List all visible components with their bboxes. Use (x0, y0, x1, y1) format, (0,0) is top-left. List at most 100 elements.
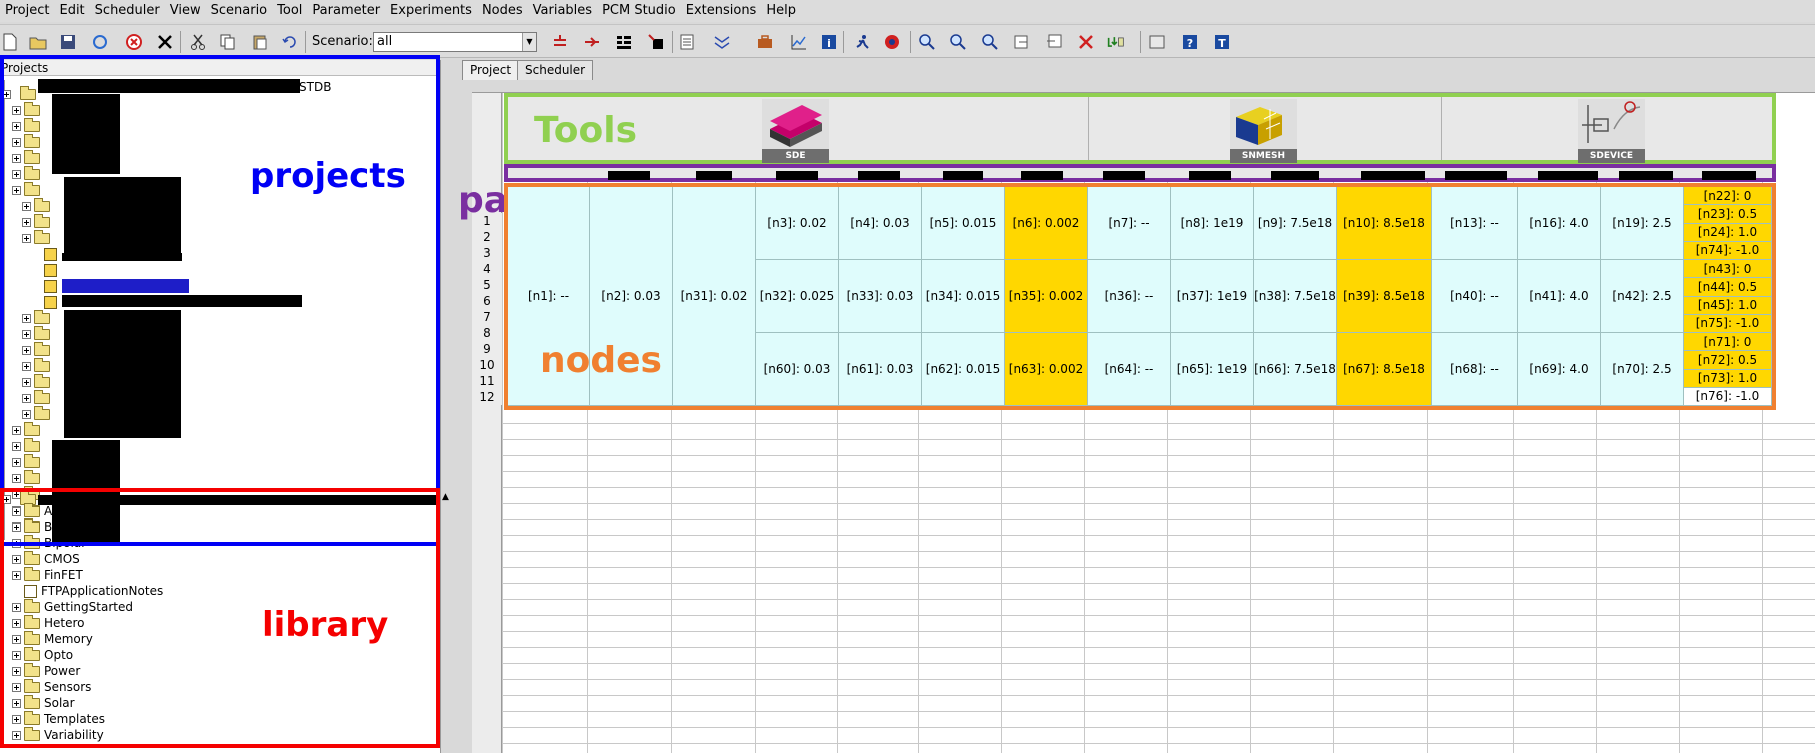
window-alt-icon[interactable] (1044, 32, 1064, 52)
node-cell[interactable]: [n38]: 7.5e18 (1254, 260, 1337, 333)
menu-scenario[interactable]: Scenario (208, 0, 275, 22)
menu-project[interactable]: Project (2, 0, 56, 22)
menu-edit[interactable]: Edit (56, 0, 91, 22)
node-cell[interactable]: [n70]: 2.5 (1601, 333, 1684, 406)
node-n31[interactable]: [n31]: 0.02 (673, 187, 756, 406)
node-cell[interactable]: [n6]: 0.002 (1005, 187, 1088, 260)
node-cell[interactable]: [n4]: 0.03 (839, 187, 922, 260)
menu-tool[interactable]: Tool (274, 0, 309, 22)
refresh-icon[interactable] (90, 32, 110, 52)
row-number[interactable]: 2 (472, 229, 502, 245)
stop-icon[interactable] (124, 32, 144, 52)
redacted-parameter-name[interactable] (1189, 171, 1231, 180)
tool-snmesh[interactable]: SNMESH (1230, 99, 1297, 163)
scenario-select[interactable]: all ▼ (373, 32, 537, 52)
plot-icon[interactable] (789, 32, 809, 52)
row-number[interactable]: 9 (472, 341, 502, 357)
node-cell[interactable]: [n40]: -- (1432, 260, 1518, 333)
redacted-parameter-name[interactable] (608, 171, 650, 180)
node-cell[interactable]: [n9]: 7.5e18 (1254, 187, 1337, 260)
arrow-table-icon[interactable] (646, 32, 666, 52)
menu-extensions[interactable]: Extensions (683, 0, 764, 22)
node-cell[interactable]: [n63]: 0.002 (1005, 333, 1088, 406)
redacted-parameter-name[interactable] (1619, 171, 1673, 180)
run-icon[interactable] (852, 32, 872, 52)
tab-project[interactable]: Project (462, 60, 520, 80)
row-number[interactable]: 5 (472, 277, 502, 293)
redacted-parameter-name[interactable] (1271, 171, 1319, 180)
node-cell[interactable]: [n45]: 1.0 (1684, 296, 1772, 315)
menu-view[interactable]: View (167, 0, 208, 22)
node-cell[interactable]: [n5]: 0.015 (922, 187, 1005, 260)
node-cell[interactable]: [n10]: 8.5e18 (1337, 187, 1432, 260)
node-cell[interactable]: [n65]: 1e19 (1171, 333, 1254, 406)
add-tool-icon[interactable] (550, 32, 570, 52)
redacted-parameter-name[interactable] (776, 171, 818, 180)
node-cell[interactable]: [n42]: 2.5 (1601, 260, 1684, 333)
row-number[interactable]: 12 (472, 389, 502, 405)
node-cell[interactable]: [n73]: 1.0 (1684, 369, 1772, 388)
info-icon[interactable]: i (819, 32, 839, 52)
node-cell[interactable]: [n62]: 0.015 (922, 333, 1005, 406)
filter-icon[interactable] (712, 32, 732, 52)
save-icon[interactable] (58, 32, 78, 52)
window-icon[interactable] (1012, 32, 1032, 52)
redacted-parameter-name[interactable] (1445, 171, 1507, 180)
node-cell[interactable]: [n75]: -1.0 (1684, 314, 1772, 333)
node-cell[interactable]: [n66]: 7.5e18 (1254, 333, 1337, 406)
row-number[interactable]: 3 (472, 245, 502, 261)
redacted-parameter-name[interactable] (1702, 171, 1756, 180)
node-cell[interactable]: [n34]: 0.015 (922, 260, 1005, 333)
node-cell[interactable]: [n33]: 0.03 (839, 260, 922, 333)
row-number[interactable]: 8 (472, 325, 502, 341)
text-icon[interactable]: T (1212, 32, 1232, 52)
delete-icon[interactable] (155, 32, 175, 52)
redacted-parameter-name[interactable] (1538, 171, 1598, 180)
node-cell[interactable]: [n22]: 0 (1684, 187, 1772, 206)
row-number[interactable]: 7 (472, 309, 502, 325)
node-cell[interactable]: [n43]: 0 (1684, 260, 1772, 279)
tool-sde[interactable]: SDE (762, 99, 829, 163)
menu-experiments[interactable]: Experiments (387, 0, 479, 22)
new-icon[interactable] (0, 32, 20, 52)
redacted-parameter-name[interactable] (1021, 171, 1063, 180)
node-cell[interactable]: [n3]: 0.02 (756, 187, 839, 260)
menu-parameter[interactable]: Parameter (309, 0, 387, 22)
list-icon[interactable] (678, 32, 698, 52)
node-cell[interactable]: [n67]: 8.5e18 (1337, 333, 1432, 406)
zoom-fit-icon[interactable] (980, 32, 1000, 52)
merge-icon[interactable] (582, 32, 602, 52)
redacted-parameter-name[interactable] (696, 171, 732, 180)
redacted-parameter-name[interactable] (858, 171, 900, 180)
node-cell[interactable]: [n74]: -1.0 (1684, 241, 1772, 260)
node-cell[interactable]: [n7]: -- (1088, 187, 1171, 260)
node-cell[interactable]: [n24]: 1.0 (1684, 223, 1772, 242)
node-cell[interactable]: [n60]: 0.03 (756, 333, 839, 406)
node-cell[interactable]: [n16]: 4.0 (1518, 187, 1601, 260)
abort-icon[interactable] (882, 32, 902, 52)
tab-scheduler[interactable]: Scheduler (517, 60, 594, 80)
redacted-parameter-name[interactable] (943, 171, 983, 180)
cross-icon[interactable] (1076, 32, 1096, 52)
row-number[interactable]: 6 (472, 293, 502, 309)
download-icon[interactable] (1106, 32, 1126, 52)
undo-icon[interactable] (280, 32, 300, 52)
node-cell[interactable]: [n44]: 0.5 (1684, 278, 1772, 297)
row-number[interactable]: 11 (472, 373, 502, 389)
menu-variables[interactable]: Variables (530, 0, 599, 22)
table-icon[interactable] (614, 32, 634, 52)
node-cell[interactable]: [n13]: -- (1432, 187, 1518, 260)
cut-icon[interactable] (188, 32, 208, 52)
node-cell[interactable]: [n19]: 2.5 (1601, 187, 1684, 260)
node-cell[interactable]: [n76]: -1.0 (1684, 387, 1772, 406)
menu-pcm-studio[interactable]: PCM Studio (599, 0, 683, 22)
tool-sdevice[interactable]: SDEVICE (1578, 99, 1645, 163)
node-cell[interactable]: [n32]: 0.025 (756, 260, 839, 333)
zoom-out-icon[interactable] (948, 32, 968, 52)
redacted-parameter-name[interactable] (1103, 171, 1145, 180)
node-cell[interactable]: [n39]: 8.5e18 (1337, 260, 1432, 333)
copy-icon[interactable] (218, 32, 238, 52)
row-number[interactable]: 10 (472, 357, 502, 373)
toolbox-icon[interactable] (755, 32, 775, 52)
menu-nodes[interactable]: Nodes (479, 0, 530, 22)
